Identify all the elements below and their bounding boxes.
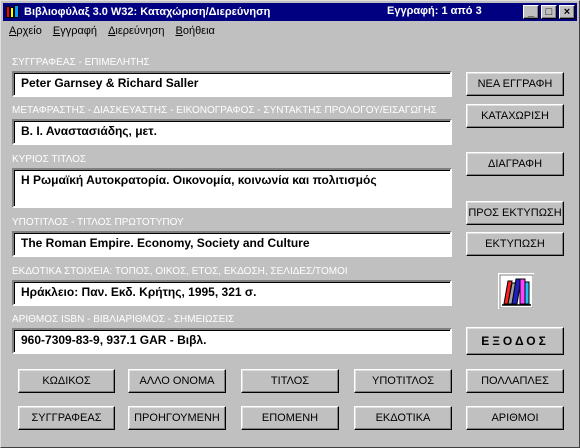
search-subtitle-button[interactable]: ΥΠΟΤΙΤΛΟΣ — [354, 369, 452, 393]
menu-help[interactable]: Βοήθεια — [169, 25, 219, 37]
title-label: ΚΥΡΙΟΣ ΤΙΤΛΟΣ — [12, 154, 87, 165]
translators-label: ΜΕΤΑΦΡΑΣΤΗΣ - ΔΙΑΣΚΕΥΑΣΤΗΣ - ΕΙΚΟΝΟΓΡΑΦΟ… — [12, 105, 437, 116]
print-button[interactable]: ΕΚΤΥΠΩΣΗ — [466, 232, 564, 256]
subtitle-field[interactable]: The Roman Empire. Economy, Society and C… — [12, 231, 452, 257]
add-to-print-button[interactable]: ΠΡΟΣ ΕΚΤΥΠΩΣΗ — [466, 201, 564, 225]
publication-label: ΕΚΔΟΤΙΚΑ ΣΤΟΙΧΕΙΑ: ΤΟΠΟΣ, ΟΙΚΟΣ, ΕΤΟΣ, Ε… — [12, 266, 348, 277]
menu-bar: Αρχείο Εγγραφή Διερεύνηση Βοήθεια — [3, 22, 577, 40]
search-code-button[interactable]: ΚΩΔΙΚΟΣ — [18, 369, 115, 393]
close-button[interactable]: × — [559, 5, 575, 19]
minimize-icon: _ — [527, 6, 535, 18]
authors-field[interactable]: Peter Garnsey & Richard Saller — [12, 71, 452, 97]
menu-file[interactable]: Αρχείο — [3, 25, 47, 37]
app-books-icon[interactable] — [5, 4, 21, 20]
isbn-label: ΑΡΙΘΜΟΣ ISBN - ΒΙΒΛΙΑΡΙΘΜΟΣ - ΣΗΜΕΙΩΣΕΙΣ — [12, 314, 235, 325]
library-books-icon[interactable] — [498, 273, 534, 309]
delete-record-button[interactable]: ΔΙΑΓΡΑΦΗ — [466, 152, 564, 176]
close-icon: × — [563, 6, 571, 18]
search-numbers-button[interactable]: ΑΡΙΘΜΟΙ — [466, 406, 564, 430]
translators-field[interactable]: Β. Ι. Αναστασιάδης, μετ. — [12, 119, 452, 145]
minimize-button[interactable]: _ — [523, 5, 539, 19]
menu-search[interactable]: Διερεύνηση — [102, 25, 169, 37]
next-record-button[interactable]: ΕΠΟΜΕΝΗ — [241, 406, 339, 430]
subtitle-label: ΥΠΟΤΙΤΛΟΣ - ΤΙΤΛΟΣ ΠΡΩΤΟΤΥΠΟΥ — [12, 217, 184, 228]
previous-record-button[interactable]: ΠΡΟΗΓΟΥΜΕΝΗ — [128, 406, 226, 430]
title-bar[interactable]: Βιβλιοφύλαξ 3.0 W32: Καταχώριση/Διερεύνη… — [3, 3, 577, 21]
main-window: Βιβλιοφύλαξ 3.0 W32: Καταχώριση/Διερεύνη… — [0, 0, 580, 448]
save-record-button[interactable]: ΚΑΤΑΧΩΡΙΣΗ — [466, 104, 564, 128]
window-title: Βιβλιοφύλαξ 3.0 W32: Καταχώριση/Διερεύνη… — [24, 6, 271, 18]
maximize-icon: □ — [545, 6, 553, 18]
main-title-field[interactable]: Η Ρωμαϊκή Αυτοκρατορία. Οικονομία, κοινω… — [12, 168, 452, 208]
maximize-button[interactable]: □ — [541, 5, 557, 19]
record-counter: Εγγραφή: 1 από 3 — [387, 5, 482, 17]
exit-button[interactable]: ΕΞΟΔΟΣ — [466, 327, 564, 355]
publication-field[interactable]: Ηράκλειο: Παν. Εκδ. Κρήτης, 1995, 321 σ. — [12, 280, 452, 306]
search-publication-button[interactable]: ΕΚΔΟΤΙΚΑ — [354, 406, 452, 430]
search-multiple-button[interactable]: ΠΟΛΛΑΠΛΕΣ — [466, 369, 564, 393]
search-alt-name-button[interactable]: ΑΛΛΟ ΟΝΟΜΑ — [128, 369, 226, 393]
new-record-button[interactable]: ΝΕΑ ΕΓΓΡΑΦΗ — [466, 72, 564, 96]
menu-record[interactable]: Εγγραφή — [47, 25, 102, 37]
search-author-button[interactable]: ΣΥΓΓΡΑΦΕΑΣ — [18, 406, 115, 430]
authors-label: ΣΥΓΓΡΑΦΕΑΣ - ΕΠΙΜΕΛΗΤΗΣ — [12, 57, 150, 68]
search-title-button[interactable]: ΤΙΤΛΟΣ — [241, 369, 339, 393]
isbn-field[interactable]: 960-7309-83-9, 937.1 GAR - Βιβλ. — [12, 328, 452, 354]
